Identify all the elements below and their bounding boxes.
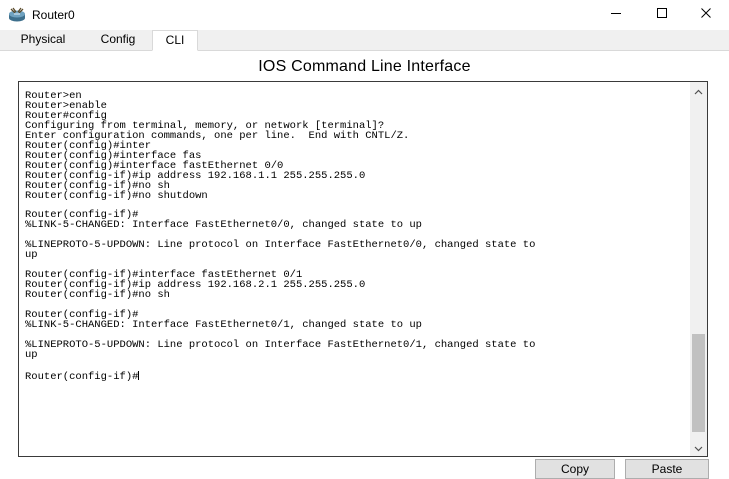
tab-config[interactable]: Config <box>86 30 150 50</box>
maximize-icon <box>656 6 668 24</box>
chevron-up-icon <box>694 82 703 100</box>
close-button[interactable] <box>683 0 729 30</box>
terminal-prompt: Router(config-if)# <box>25 370 139 383</box>
paste-button[interactable]: Paste <box>625 459 709 479</box>
tab-physical[interactable]: Physical <box>4 30 82 50</box>
chevron-down-icon <box>694 439 703 457</box>
scroll-up-button[interactable] <box>690 82 707 99</box>
router-icon <box>8 7 26 23</box>
close-icon <box>700 6 712 24</box>
minimize-icon <box>610 6 622 24</box>
title-bar: Router0 <box>0 0 729 30</box>
scroll-down-button[interactable] <box>690 439 707 456</box>
copy-button[interactable]: Copy <box>535 459 615 479</box>
text-cursor <box>138 370 140 380</box>
minimize-button[interactable] <box>593 0 639 30</box>
cli-terminal[interactable]: Router>en Router>enable Router#config Co… <box>18 81 708 457</box>
window-title: Router0 <box>32 8 75 22</box>
maximize-button[interactable] <box>639 0 685 30</box>
tab-cli[interactable]: CLI <box>152 30 198 51</box>
scroll-thumb[interactable] <box>692 334 705 432</box>
terminal-history: Router>en Router>enable Router#config Co… <box>25 90 536 361</box>
vertical-scrollbar[interactable] <box>690 82 707 456</box>
tab-bar: Physical Config CLI <box>0 30 729 51</box>
page-title: IOS Command Line Interface <box>258 58 471 75</box>
terminal-output: Router>en Router>enable Router#config Co… <box>25 90 685 383</box>
